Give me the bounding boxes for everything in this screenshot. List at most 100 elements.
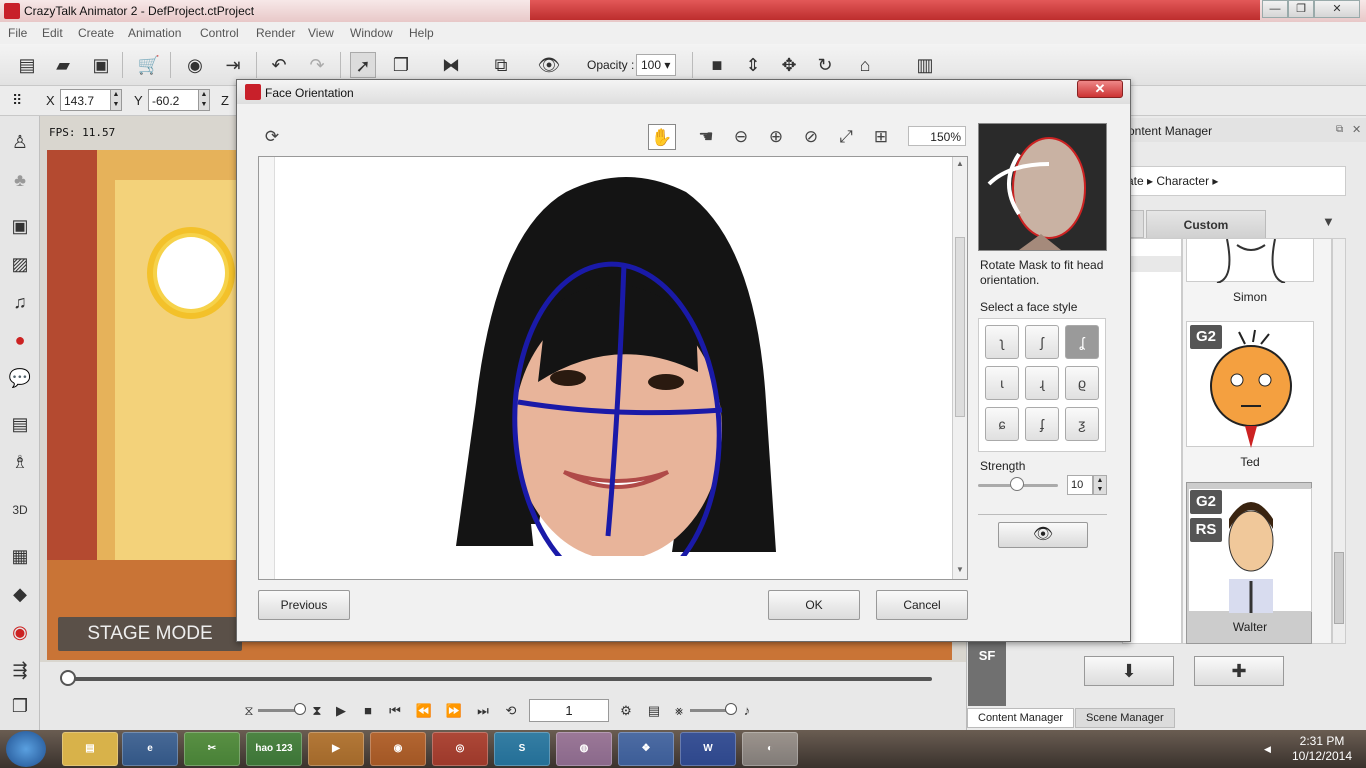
clone-icon[interactable]: ❐ xyxy=(6,692,34,720)
list-item[interactable] xyxy=(1186,238,1314,284)
shapes-icon[interactable]: ◆ xyxy=(6,580,34,608)
ok-button[interactable]: OK xyxy=(768,590,860,620)
dropbox-icon[interactable]: ❖ xyxy=(618,732,674,766)
scroll-thumb[interactable] xyxy=(1334,552,1344,624)
move-all-icon[interactable]: ✥ xyxy=(776,52,802,78)
canvas-scrollbar[interactable]: ▲ ▼ xyxy=(952,157,967,579)
breadcrumb[interactable]: ate ▸ Character ▸ xyxy=(1120,166,1346,196)
chevron-down-icon[interactable]: ▼ xyxy=(1322,214,1335,229)
music-icon[interactable]: ♫ xyxy=(6,288,34,316)
hao123-icon[interactable]: hao 123 xyxy=(246,732,302,766)
panel-close-icon[interactable]: ✕ xyxy=(1352,123,1361,136)
volume-note-icon[interactable]: ♪ xyxy=(736,700,758,722)
scissors-icon[interactable]: ✂ xyxy=(184,732,240,766)
zoom-out-icon[interactable]: ⊖ xyxy=(727,124,755,150)
zoom-reset-icon[interactable]: ⊘ xyxy=(797,124,825,150)
sf-side-tab[interactable]: SF xyxy=(968,640,1006,706)
face-style-round[interactable]: ɕ xyxy=(985,407,1019,441)
face-style-tilt[interactable]: ʄ xyxy=(1025,407,1059,441)
y-spinner[interactable]: ▲ ▼ xyxy=(198,89,210,111)
skype-icon[interactable]: S xyxy=(494,732,550,766)
menu-render[interactable]: Render xyxy=(256,26,295,40)
3d-icon[interactable]: 3D xyxy=(6,496,34,524)
disc-burner-icon[interactable]: ◍ xyxy=(556,732,612,766)
cancel-button[interactable]: Cancel xyxy=(876,590,968,620)
windows-start-icon[interactable] xyxy=(6,731,46,767)
float-icon[interactable]: ⧉ xyxy=(1336,124,1343,135)
speed-slow-icon[interactable]: ⧖ xyxy=(238,700,260,722)
prop-icon[interactable]: ♣ xyxy=(6,166,34,194)
ie-icon[interactable]: e xyxy=(122,732,178,766)
tab-scene-manager[interactable]: Scene Manager xyxy=(1075,708,1175,728)
speed-slider-knob[interactable] xyxy=(294,703,306,715)
select-arrow-icon[interactable]: ➚ xyxy=(350,52,376,78)
camera-icon[interactable]: ■ xyxy=(704,52,730,78)
system-clock[interactable]: 2:31 PM 10/12/2014 xyxy=(1284,734,1360,764)
face-style-profile[interactable]: ɻ xyxy=(1025,366,1059,400)
stop-icon[interactable]: ■ xyxy=(357,700,379,722)
pan-hand-icon[interactable]: ☚ xyxy=(692,124,720,150)
timeline-track[interactable] xyxy=(66,677,932,681)
next-frame-icon[interactable]: ⏩ xyxy=(443,700,465,722)
panel-toggle-icon[interactable]: ▥ xyxy=(912,52,938,78)
frame-field[interactable]: 1 xyxy=(529,699,609,722)
eye-icon[interactable]: 👁 xyxy=(536,52,562,78)
stage-mode-button[interactable]: STAGE MODE xyxy=(58,617,242,651)
film-icon[interactable]: ▤ xyxy=(643,700,665,722)
previous-button[interactable]: Previous xyxy=(258,590,350,620)
explorer-icon[interactable]: ▤ xyxy=(62,732,118,766)
tray-arrow-icon[interactable]: ◀ xyxy=(1264,744,1271,755)
menu-window[interactable]: Window xyxy=(350,26,393,40)
layers-icon[interactable]: ❐ xyxy=(388,52,414,78)
timeline-handle[interactable] xyxy=(60,670,76,686)
preview-toggle-button[interactable]: 👁 xyxy=(998,522,1088,548)
strength-slider-knob[interactable] xyxy=(1010,477,1024,491)
text-bubble-icon[interactable]: 💬 xyxy=(6,364,34,392)
home-icon[interactable]: ⌂ xyxy=(852,52,878,78)
face-style-side[interactable]: ʆ xyxy=(1065,325,1099,359)
face-style-front[interactable]: ʅ xyxy=(985,325,1019,359)
face-style-back[interactable]: ϱ xyxy=(1065,366,1099,400)
menu-edit[interactable]: Edit xyxy=(42,26,63,40)
download-button[interactable]: ⬇ xyxy=(1084,656,1174,686)
flip-icon[interactable]: ⧓ xyxy=(438,52,464,78)
puppet-icon[interactable]: ♗ xyxy=(6,448,34,476)
first-frame-icon[interactable]: ⏮ xyxy=(384,700,406,722)
save-icon[interactable]: ▣ xyxy=(88,52,114,78)
strength-field[interactable]: 10 xyxy=(1067,475,1093,495)
image-icon[interactable]: ▨ xyxy=(6,250,34,278)
portrait-icon[interactable]: ▣ xyxy=(6,212,34,240)
record-icon[interactable]: ● xyxy=(6,326,34,354)
crazytalk-taskbar-icon[interactable]: ◐ xyxy=(742,732,798,766)
maximize-button[interactable]: ❐ xyxy=(1288,0,1314,18)
face-style-profile-left[interactable]: ɩ xyxy=(985,366,1019,400)
folder-item[interactable] xyxy=(1123,256,1181,272)
open-folder-icon[interactable]: ▰ xyxy=(50,52,76,78)
script-icon[interactable]: ▦ xyxy=(6,542,34,570)
menu-help[interactable]: Help xyxy=(409,26,434,40)
strength-spinner[interactable]: ▲ ▼ xyxy=(1093,475,1107,495)
last-frame-icon[interactable]: ⏭ xyxy=(472,700,494,722)
x-spinner[interactable]: ▲ ▼ xyxy=(110,89,122,111)
actor-icon[interactable]: ♙ xyxy=(6,128,34,156)
move-vertical-icon[interactable]: ⇕ xyxy=(740,52,766,78)
dialog-close-button[interactable]: ✕ xyxy=(1077,80,1123,98)
fit-view-icon[interactable]: ⤢ xyxy=(832,124,860,150)
menu-create[interactable]: Create xyxy=(78,26,114,40)
reset-rotate-icon[interactable]: ⟳ xyxy=(258,124,286,150)
motion-icon[interactable]: ⇶ xyxy=(6,656,34,684)
face-style-lean[interactable]: ƺ xyxy=(1065,407,1099,441)
export-icon[interactable]: ⇥ xyxy=(220,52,246,78)
tab-custom[interactable]: Custom xyxy=(1146,210,1266,238)
menu-file[interactable]: File xyxy=(8,26,27,40)
face-style-quarter[interactable]: ʃ xyxy=(1025,325,1059,359)
minimize-button[interactable]: — xyxy=(1262,0,1288,18)
opacity-select[interactable]: 100 ▾ xyxy=(636,54,676,76)
add-button[interactable]: ✚ xyxy=(1194,656,1284,686)
prev-frame-icon[interactable]: ⏪ xyxy=(413,700,435,722)
undo-icon[interactable]: ↶ xyxy=(266,52,292,78)
media-player-icon[interactable]: ▶ xyxy=(308,732,364,766)
mute-icon[interactable]: ⨳ xyxy=(668,700,690,722)
word-icon[interactable]: W xyxy=(680,732,736,766)
zoom-field[interactable]: 150% xyxy=(908,126,966,146)
